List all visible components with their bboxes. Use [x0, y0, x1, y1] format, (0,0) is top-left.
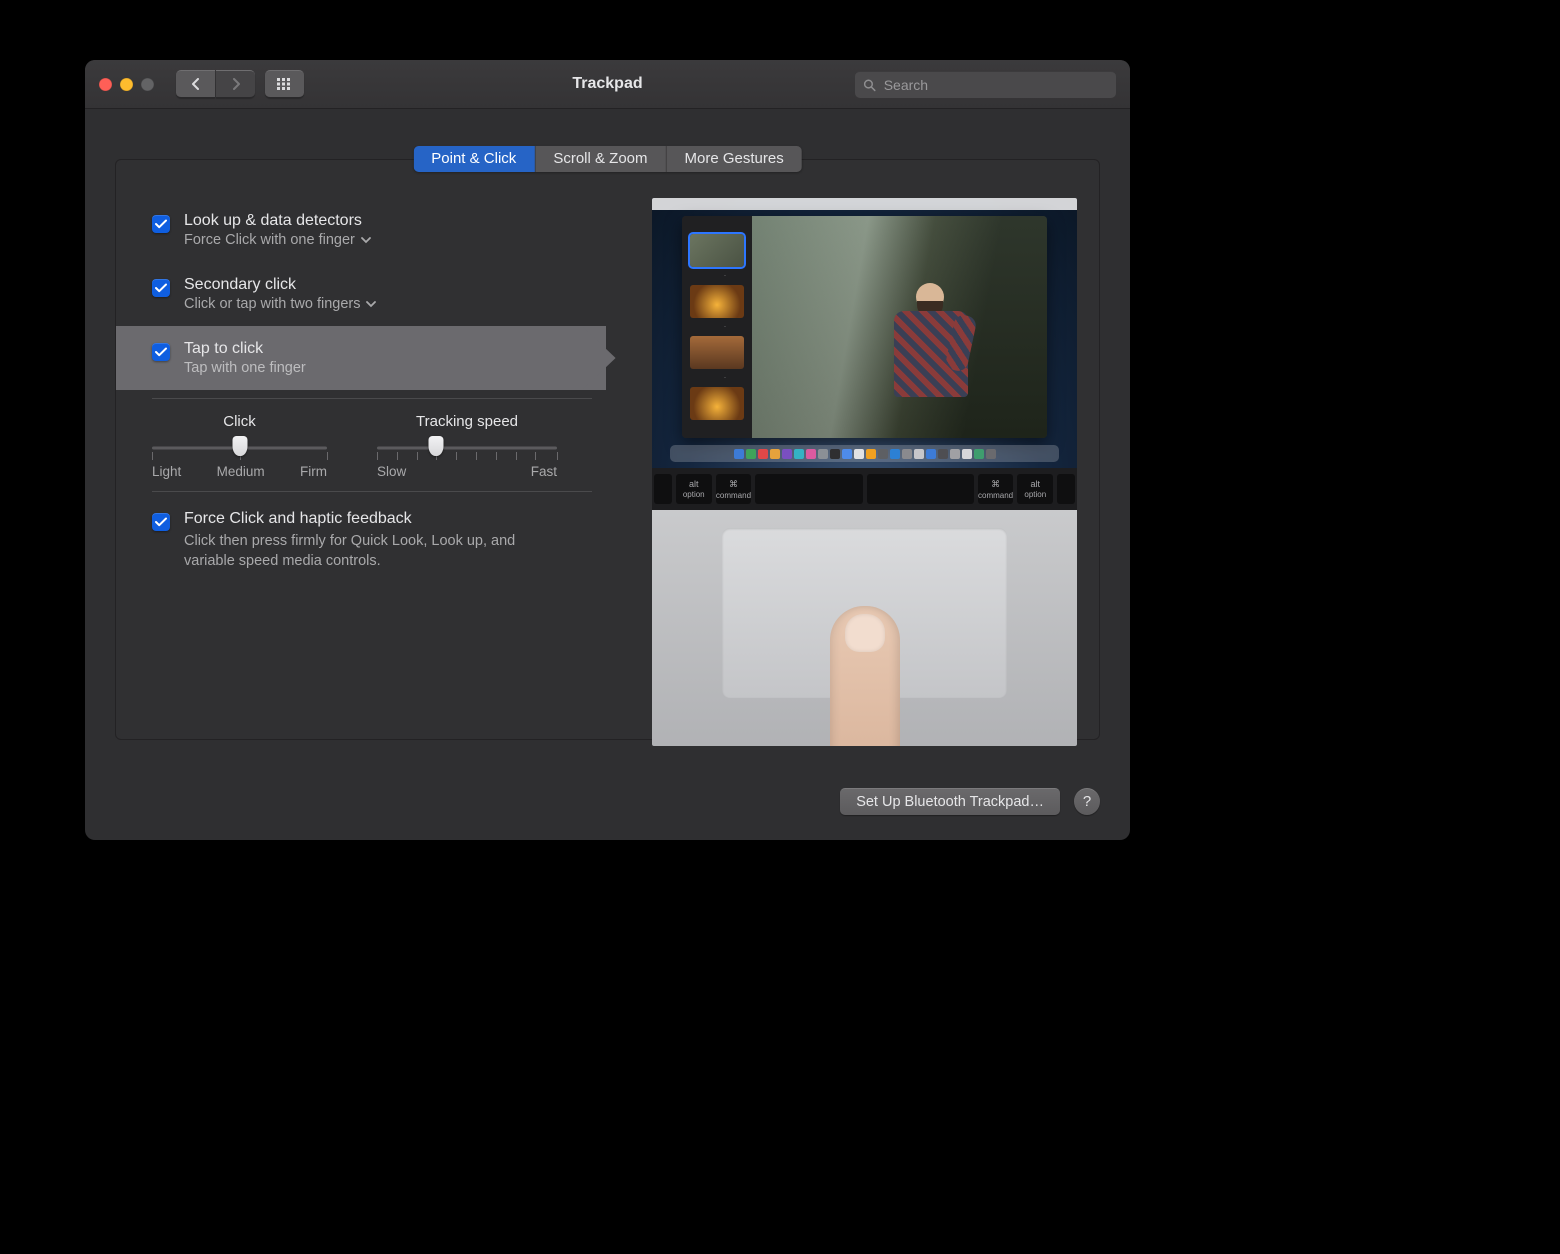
search-icon	[863, 78, 876, 92]
preview-finger	[830, 606, 900, 746]
gesture-preview: · · ·	[652, 198, 1077, 746]
option-tap-sub: Tap with one finger	[184, 360, 306, 376]
option-lookup[interactable]: Look up & data detectors Force Click wit…	[138, 198, 606, 262]
preview-keyboard: altoption⌘command⌘commandaltoption	[652, 468, 1077, 510]
option-tap-title: Tap to click	[184, 340, 306, 358]
back-button[interactable]	[176, 70, 215, 98]
checkbox-tap-to-click[interactable]	[152, 343, 170, 361]
tab-point-and-click[interactable]: Point & Click	[413, 146, 535, 172]
force-click-title: Force Click and haptic feedback	[184, 510, 554, 528]
option-lookup-sub[interactable]: Force Click with one finger	[184, 232, 371, 248]
option-secondary-title: Secondary click	[184, 276, 376, 294]
divider	[152, 398, 592, 399]
force-click-desc: Click then press firmly for Quick Look, …	[184, 532, 554, 571]
options-column: Look up & data detectors Force Click wit…	[138, 198, 606, 725]
setup-bluetooth-trackpad-button[interactable]: Set Up Bluetooth Trackpad…	[840, 788, 1060, 815]
chevron-down-icon	[361, 237, 371, 244]
option-secondary-sub[interactable]: Click or tap with two fingers	[184, 296, 376, 312]
forward-button[interactable]	[216, 70, 255, 98]
help-button[interactable]: ?	[1074, 788, 1100, 815]
option-tap-to-click[interactable]: Tap to click Tap with one finger	[116, 326, 606, 390]
search-field[interactable]	[855, 71, 1116, 98]
slider-tracking-speed: Tracking speed	[377, 413, 557, 479]
chevron-down-icon	[366, 301, 376, 308]
close-window-button[interactable]	[99, 78, 112, 91]
slider-click-labels: Light Medium Firm	[152, 464, 327, 479]
preview-dock	[670, 445, 1059, 462]
window-controls	[99, 78, 154, 91]
nav-button-group	[176, 70, 304, 98]
system-preferences-window: Trackpad Look	[85, 60, 1130, 840]
checkbox-lookup[interactable]	[152, 215, 170, 233]
minimize-window-button[interactable]	[120, 78, 133, 91]
slider-click-track[interactable]	[152, 438, 327, 458]
preview-trackpad-area	[652, 510, 1077, 746]
tab-more-gestures[interactable]: More Gestures	[667, 146, 802, 172]
slider-tracking-thumb[interactable]	[429, 436, 444, 456]
slider-tracking-labels: Slow Fast	[377, 464, 557, 479]
option-secondary-click[interactable]: Secondary click Click or tap with two fi…	[138, 262, 606, 326]
preview-window: · · ·	[682, 216, 1047, 438]
slider-click-title: Click	[223, 413, 256, 430]
preview-column: · · ·	[620, 198, 1077, 725]
sliders-row: Click Light Medium	[138, 407, 606, 483]
zoom-window-button[interactable]	[141, 78, 154, 91]
slider-tracking-title: Tracking speed	[416, 413, 518, 430]
show-all-button[interactable]	[265, 70, 304, 98]
option-lookup-title: Look up & data detectors	[184, 212, 371, 230]
search-input[interactable]	[882, 76, 1108, 94]
tab-bar: Point & Click Scroll & Zoom More Gesture…	[413, 146, 801, 172]
option-force-click[interactable]: Force Click and haptic feedback Click th…	[138, 500, 606, 571]
footer: Set Up Bluetooth Trackpad… ?	[85, 770, 1130, 840]
content-area: Look up & data detectors Force Click wit…	[85, 109, 1130, 840]
tab-scroll-and-zoom[interactable]: Scroll & Zoom	[535, 146, 666, 172]
slider-click-thumb[interactable]	[232, 436, 247, 456]
slider-tracking-track[interactable]	[377, 438, 557, 458]
checkbox-force-click[interactable]	[152, 513, 170, 531]
slider-click: Click Light Medium	[152, 413, 327, 479]
settings-panel: Look up & data detectors Force Click wit…	[115, 159, 1100, 740]
titlebar: Trackpad	[85, 60, 1130, 109]
checkbox-secondary-click[interactable]	[152, 279, 170, 297]
divider	[152, 491, 592, 492]
